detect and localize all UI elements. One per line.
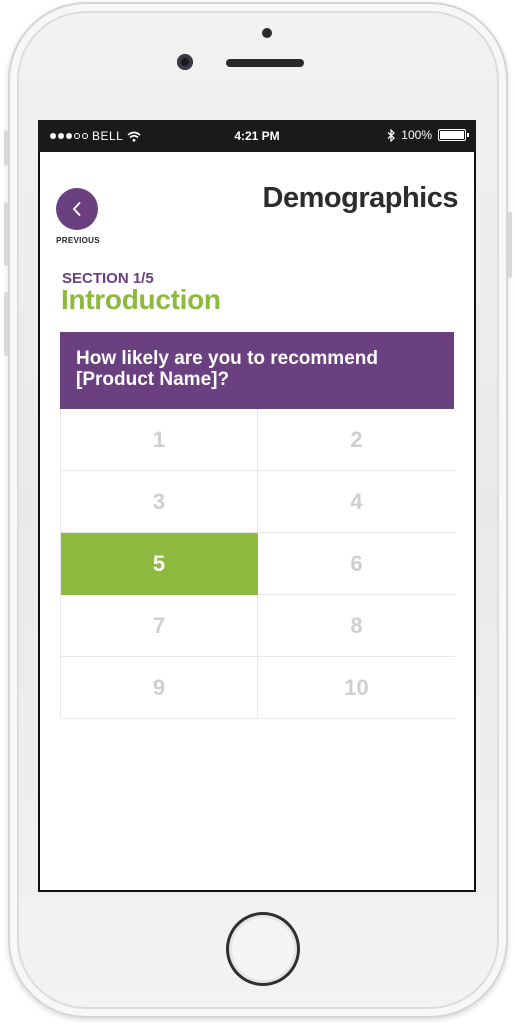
rating-option-selected[interactable]: 5 [61,533,258,595]
survey-page: PREVIOUS Demographics SECTION 1/5 Introd… [40,152,474,890]
previous-button[interactable] [56,188,98,230]
rating-grid: 1 2 3 4 5 6 7 8 9 10 [60,409,455,719]
rating-option[interactable]: 8 [258,595,455,657]
volume-down-button [4,292,8,356]
status-right-group: 100% [387,128,469,142]
rating-option[interactable]: 10 [258,657,455,719]
front-camera [177,54,193,70]
rating-option[interactable]: 4 [258,471,455,533]
bluetooth-icon [387,128,396,142]
rating-option[interactable]: 2 [258,409,455,471]
phone-screen: BELL 4:21 PM 100% PREVIOUS Demographics … [38,120,476,892]
section-title: Introduction [61,284,221,315]
home-button[interactable] [226,912,300,986]
rating-option[interactable]: 6 [258,533,455,595]
battery-icon [438,129,469,141]
battery-percent: 100% [401,128,432,142]
rating-option[interactable]: 9 [61,657,258,719]
rating-option[interactable]: 7 [61,595,258,657]
volume-up-button [4,202,8,266]
chevron-left-icon [73,202,81,216]
previous-label[interactable]: PREVIOUS [52,236,104,245]
earpiece-speaker [226,59,304,67]
rating-option[interactable]: 3 [61,471,258,533]
power-button [508,212,512,278]
question-banner: How likely are you to recommend [Product… [60,332,454,409]
mute-switch [4,130,8,166]
proximity-sensor [262,28,272,38]
question-text: How likely are you to recommend [Product… [76,348,378,390]
status-bar: BELL 4:21 PM 100% [38,120,476,152]
rating-option[interactable]: 1 [61,409,258,471]
page-title: Demographics [262,182,459,214]
